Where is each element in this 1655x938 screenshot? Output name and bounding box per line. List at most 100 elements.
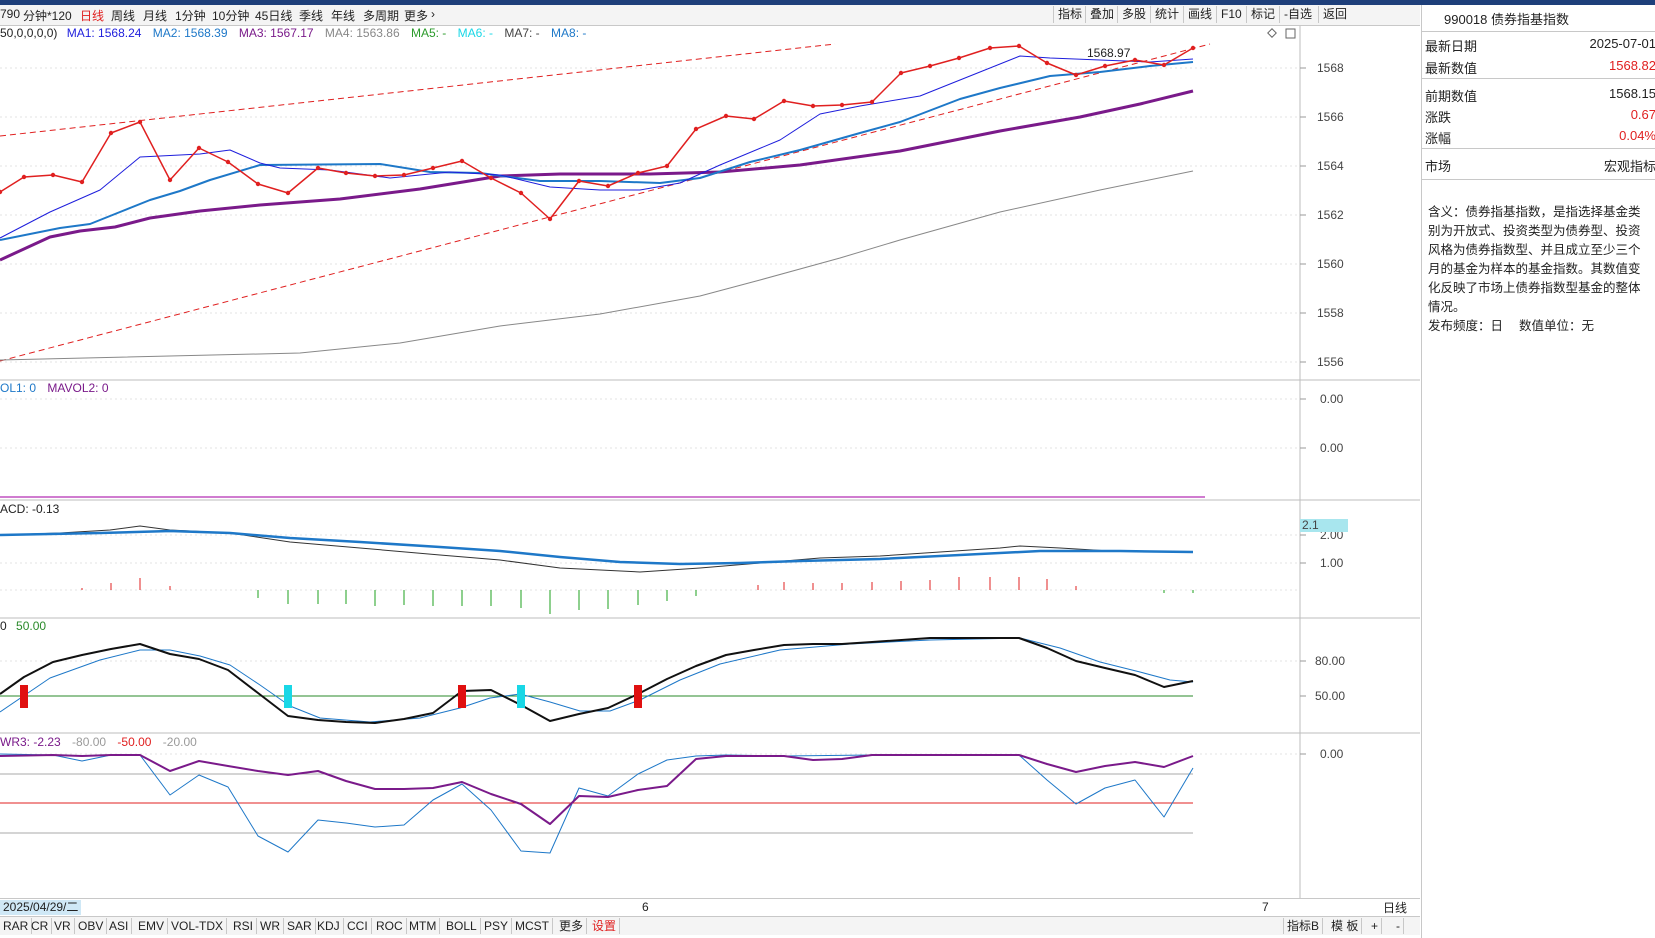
template-button[interactable]: 模 板 [1328, 918, 1363, 934]
close-price-marker [285, 190, 291, 196]
period-more[interactable]: 更多 [404, 7, 428, 24]
indicator-button[interactable]: 指标 [1053, 6, 1086, 23]
close-price-marker [21, 174, 27, 180]
ma8-legend: MA8: - [551, 26, 587, 40]
tab-rsi[interactable]: RSI [230, 918, 258, 934]
side-divider [1422, 78, 1655, 79]
tab-roc[interactable]: ROC [373, 918, 407, 934]
back-button[interactable]: 返回 [1318, 6, 1351, 23]
zoom-out-button[interactable]: - [1393, 918, 1404, 934]
macd-flag-label: 2.1 [1302, 518, 1319, 532]
left-fragment-label: 790 [0, 7, 21, 21]
peak-annotation: 1568.97 [1087, 46, 1131, 60]
close-price-marker [664, 163, 670, 169]
tab-cr[interactable]: CR [28, 918, 53, 934]
indicator-b-button[interactable]: 指标B [1283, 918, 1324, 934]
close-price-marker [167, 177, 173, 183]
previous-value-row: 前期数值 1568.15 [1422, 83, 1655, 105]
tab-emv[interactable]: EMV [135, 918, 169, 934]
main-legend-prefix: 50,0,0,0,0) [0, 26, 58, 40]
period-weekly[interactable]: 周线 [111, 7, 135, 24]
close-price-marker [1132, 57, 1138, 63]
date-tick-june: 6 [642, 900, 649, 914]
close-price-marker [1161, 62, 1167, 68]
period-1min[interactable]: 1分钟 [175, 7, 206, 24]
period-yearly[interactable]: 年线 [331, 7, 355, 24]
price-tick-label: 1564 [1317, 159, 1344, 173]
ma1-line [0, 55, 1194, 239]
tab-asi[interactable]: ASI [106, 918, 133, 934]
period-45day[interactable]: 45日线 [255, 7, 292, 24]
panel-toggle-icon[interactable] [1285, 28, 1296, 39]
wr-50-legend: -50.00 [117, 735, 152, 749]
tab-vr[interactable]: VR [51, 918, 75, 934]
market-row: 市场 宏观指标 [1422, 153, 1655, 175]
zoom-in-button[interactable]: + [1368, 918, 1383, 934]
latest-value-row: 最新数值 1568.82 [1422, 55, 1655, 77]
tab-more[interactable]: 更多 [556, 918, 588, 934]
price-tick-label: 1566 [1317, 110, 1344, 124]
latest-value-value: 1568.82 [1609, 58, 1655, 73]
price-tick-label: 1568 [1317, 61, 1344, 75]
vol-tick-label: 0.00 [1320, 441, 1344, 455]
macd-value-legend: ACD: -0.13 [0, 502, 60, 516]
multi-stock-button[interactable]: 多股 [1117, 6, 1150, 23]
diamond-icon[interactable] [1267, 28, 1277, 38]
latest-date-row: 最新日期 2025-07-01 [1422, 33, 1655, 55]
close-price-marker [723, 113, 729, 119]
mark-button[interactable]: 标记 [1246, 6, 1279, 23]
close-price-marker [196, 145, 202, 151]
kdj-value-legend: 50.00 [16, 619, 47, 633]
close-price-marker [869, 99, 875, 105]
period-multi[interactable]: 多周期 [363, 7, 399, 24]
current-date-label: 2025/04/29/二 [0, 900, 82, 915]
price-tick-label: 1560 [1317, 257, 1344, 271]
period-monthly[interactable]: 月线 [143, 7, 167, 24]
tab-mtm[interactable]: MTM [406, 918, 441, 934]
tab-sar[interactable]: SAR [284, 918, 316, 934]
close-price-marker [430, 165, 436, 171]
wr-20-legend: -20.00 [162, 735, 197, 749]
tab-boll[interactable]: BOLL [443, 918, 481, 934]
wr-80-legend: -80.00 [72, 735, 107, 749]
chevron-right-icon[interactable]: › [431, 7, 435, 21]
close-price-marker [956, 55, 962, 61]
ma1-legend: MA1: 1568.24 [66, 26, 142, 40]
chart-area[interactable]: 1568 1566 1564 1562 1560 1558 1556 0.00 0.00 2.00… [0, 26, 1420, 900]
f10-button[interactable]: F10 [1216, 6, 1246, 23]
tab-obv[interactable]: OBV [75, 918, 108, 934]
kdj-cross-signal [284, 685, 292, 708]
close-price-line [0, 45, 1194, 220]
period-type-label[interactable]: 日线 [1370, 899, 1420, 916]
period-10min[interactable]: 10分钟 [212, 7, 249, 24]
wr3-line [0, 754, 1194, 825]
tab-wr[interactable]: WR [257, 918, 284, 934]
tab-vol-tdx[interactable]: VOL-TDX [168, 918, 228, 934]
indicator-chart-svg[interactable]: 15681566156415621560155815560.000.002.00… [0, 26, 1420, 900]
macd-dif-line [0, 525, 1194, 573]
close-price-marker [1016, 43, 1022, 49]
date-tick-july: 7 [1262, 900, 1269, 914]
frequency-text: 发布频度：日 数值单位：无 [1428, 319, 1594, 333]
period-daily[interactable]: 日线 [80, 7, 104, 24]
close-price-marker [108, 130, 114, 136]
overlay-button[interactable]: 叠加 [1085, 6, 1118, 23]
period-quarterly[interactable]: 季线 [299, 7, 323, 24]
close-price-marker [315, 165, 321, 171]
tab-mcst[interactable]: MCST [512, 918, 553, 934]
tab-cci[interactable]: CCI [344, 918, 372, 934]
vol-legend: OL1: 0 MAVOL2: 0 [0, 381, 117, 395]
close-price-marker [488, 175, 494, 181]
period-2h[interactable]: 分钟*120 [23, 7, 72, 24]
tab-psy[interactable]: PSY [481, 918, 513, 934]
kdj-legend: 0 50.00 [0, 619, 54, 633]
close-price-marker [987, 45, 993, 51]
remove-watchlist-button[interactable]: -自选 [1279, 6, 1316, 23]
statistics-button[interactable]: 统计 [1150, 6, 1183, 23]
tab-settings[interactable]: 设置 [589, 918, 621, 934]
mavol2-legend: MAVOL2: 0 [47, 381, 109, 395]
draw-line-button[interactable]: 画线 [1183, 6, 1216, 23]
vol-tick-label: 0.00 [1320, 392, 1344, 406]
tab-kdj[interactable]: KDJ [314, 918, 344, 934]
kdj-tick-label: 80.00 [1315, 654, 1345, 668]
